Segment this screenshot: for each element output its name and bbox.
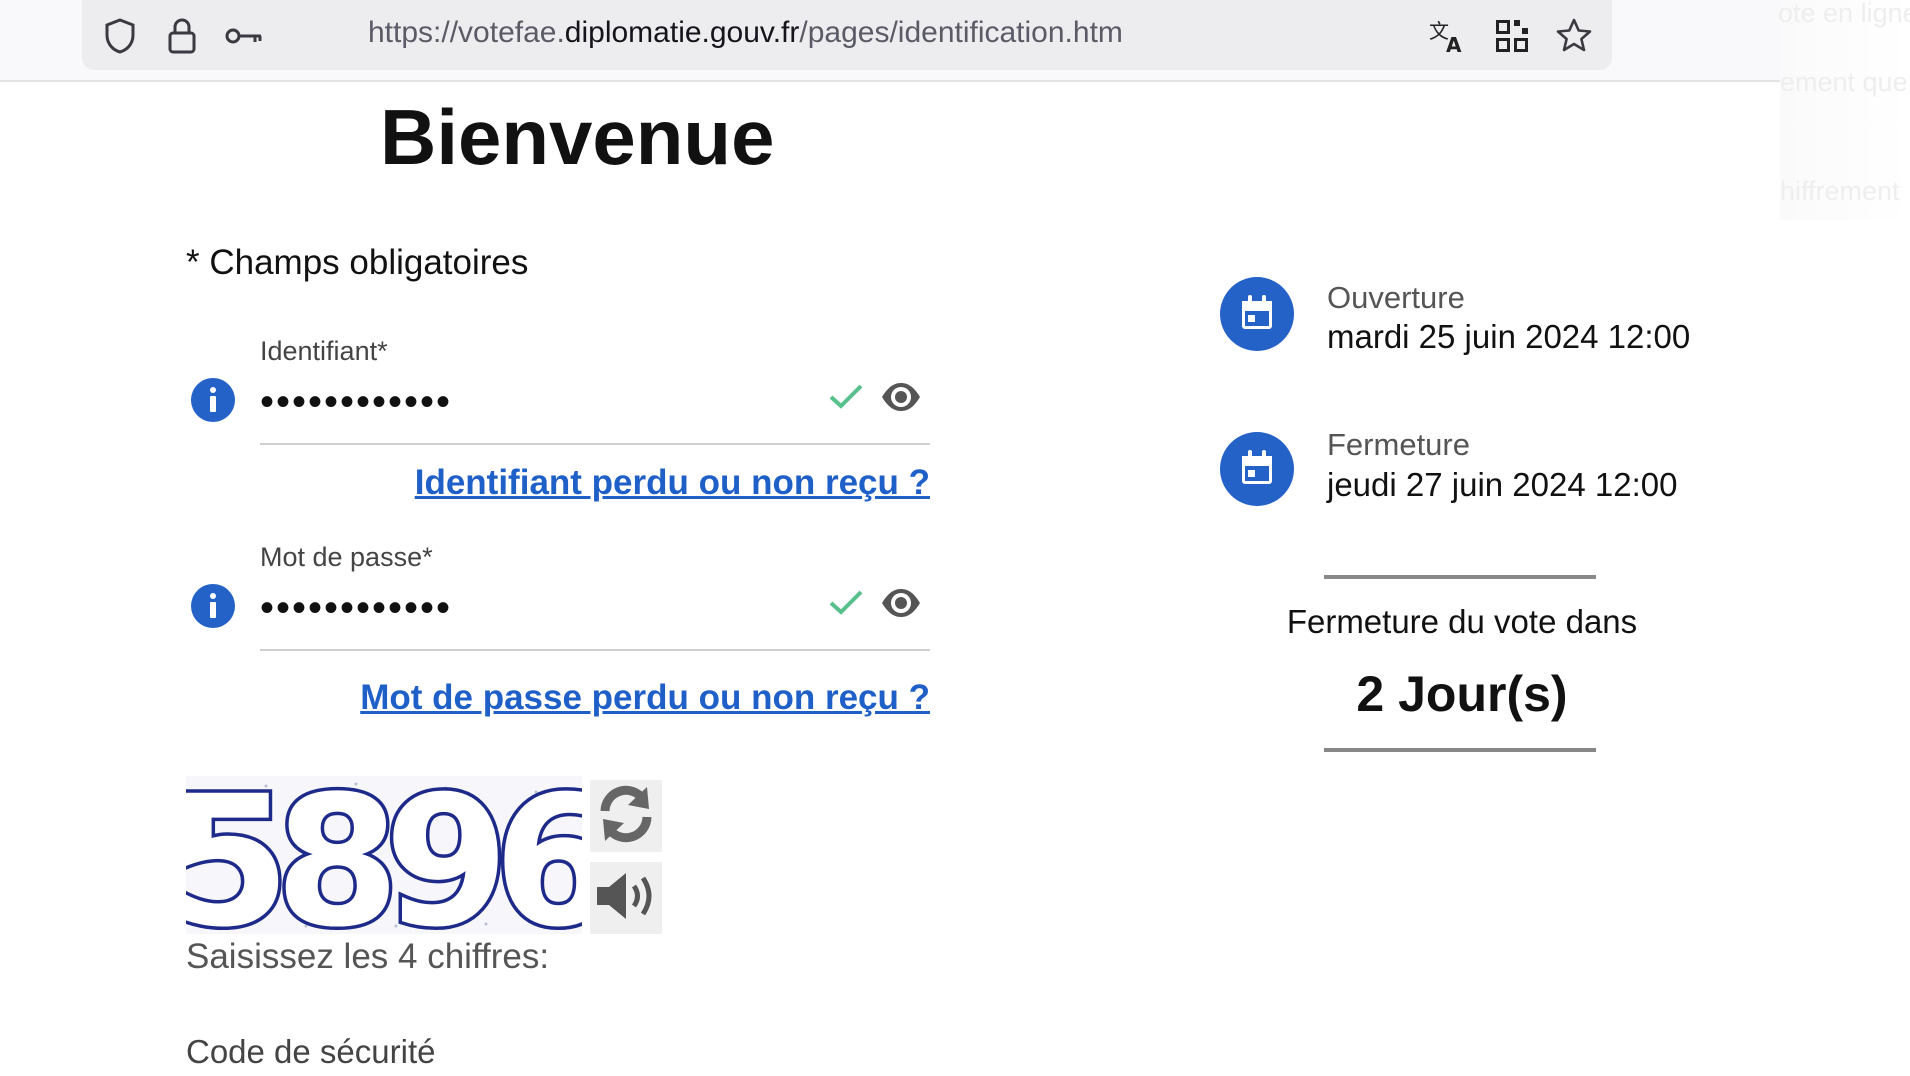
security-code-label: Code de sécurité: [186, 1033, 436, 1070]
password-show-eye-icon[interactable]: [880, 582, 922, 624]
key-icon[interactable]: [222, 14, 266, 58]
countdown-label: Fermeture du vote dans: [1286, 603, 1638, 640]
identifier-valid-check-icon: [828, 378, 864, 414]
captcha-image: 5896: [162, 755, 629, 971]
captcha-instruction: Saisissez les 4 chiffres:: [186, 937, 550, 976]
identifier-input[interactable]: [260, 372, 830, 432]
translate-icon[interactable]: 文A: [1426, 14, 1470, 58]
star-icon[interactable]: [1552, 14, 1596, 58]
identifier-info-icon[interactable]: [190, 377, 236, 423]
opening-calendar-icon: [1220, 277, 1294, 351]
svg-text:A: A: [1446, 33, 1462, 55]
required-fields-note: * Champs obligatoires: [186, 243, 529, 282]
url-path: /pages/identification.htm: [799, 16, 1123, 49]
url-prefix: https://votefae.: [368, 16, 565, 49]
countdown-value: 2 Jour(s): [1356, 666, 1568, 722]
background-page-fragment: ote en ligne ement que hiffrement: [1778, 0, 1910, 220]
url-text[interactable]: https://votefae.diplomatie.gouv.fr/pages…: [368, 16, 1123, 50]
captcha-digits: 5896: [186, 776, 582, 934]
browser-toolbar: https://votefae.diplomatie.gouv.fr/pages…: [0, 0, 1780, 82]
speaker-icon: [593, 868, 659, 929]
identifier-underline: [260, 443, 930, 445]
password-valid-check-icon: [828, 584, 864, 620]
closing-date: jeudi 27 juin 2024 12:00: [1327, 466, 1678, 503]
address-bar[interactable]: https://votefae.diplomatie.gouv.fr/pages…: [82, 0, 1612, 70]
captcha-audio-button[interactable]: [590, 862, 662, 934]
qr-code-icon[interactable]: [1490, 14, 1534, 58]
password-underline: [260, 649, 930, 651]
countdown-top-divider: [1324, 575, 1596, 579]
captcha-refresh-button[interactable]: [590, 780, 662, 852]
lock-icon[interactable]: [160, 14, 204, 58]
countdown-bottom-divider: [1324, 748, 1596, 752]
password-lost-link[interactable]: Mot de passe perdu ou non reçu ?: [360, 678, 930, 718]
background-text-3: hiffrement: [1780, 176, 1900, 206]
identifier-label: Identifiant*: [260, 336, 388, 366]
background-text-1: ote en ligne: [1778, 0, 1910, 28]
background-text-2: ement que: [1780, 67, 1908, 97]
password-info-icon[interactable]: [190, 583, 236, 629]
closing-calendar-icon: [1220, 432, 1294, 506]
identifier-show-eye-icon[interactable]: [880, 376, 922, 418]
opening-label: Ouverture: [1327, 280, 1465, 315]
refresh-icon: [595, 783, 657, 850]
password-label: Mot de passe*: [260, 542, 433, 572]
page-title: Bienvenue: [380, 93, 775, 181]
shield-icon[interactable]: [98, 14, 142, 58]
identifier-lost-link[interactable]: Identifiant perdu ou non reçu ?: [415, 463, 930, 503]
closing-label: Fermeture: [1327, 427, 1470, 462]
opening-date: mardi 25 juin 2024 12:00: [1327, 318, 1691, 355]
url-host: diplomatie.gouv.fr: [564, 16, 800, 49]
password-input[interactable]: [260, 578, 830, 638]
